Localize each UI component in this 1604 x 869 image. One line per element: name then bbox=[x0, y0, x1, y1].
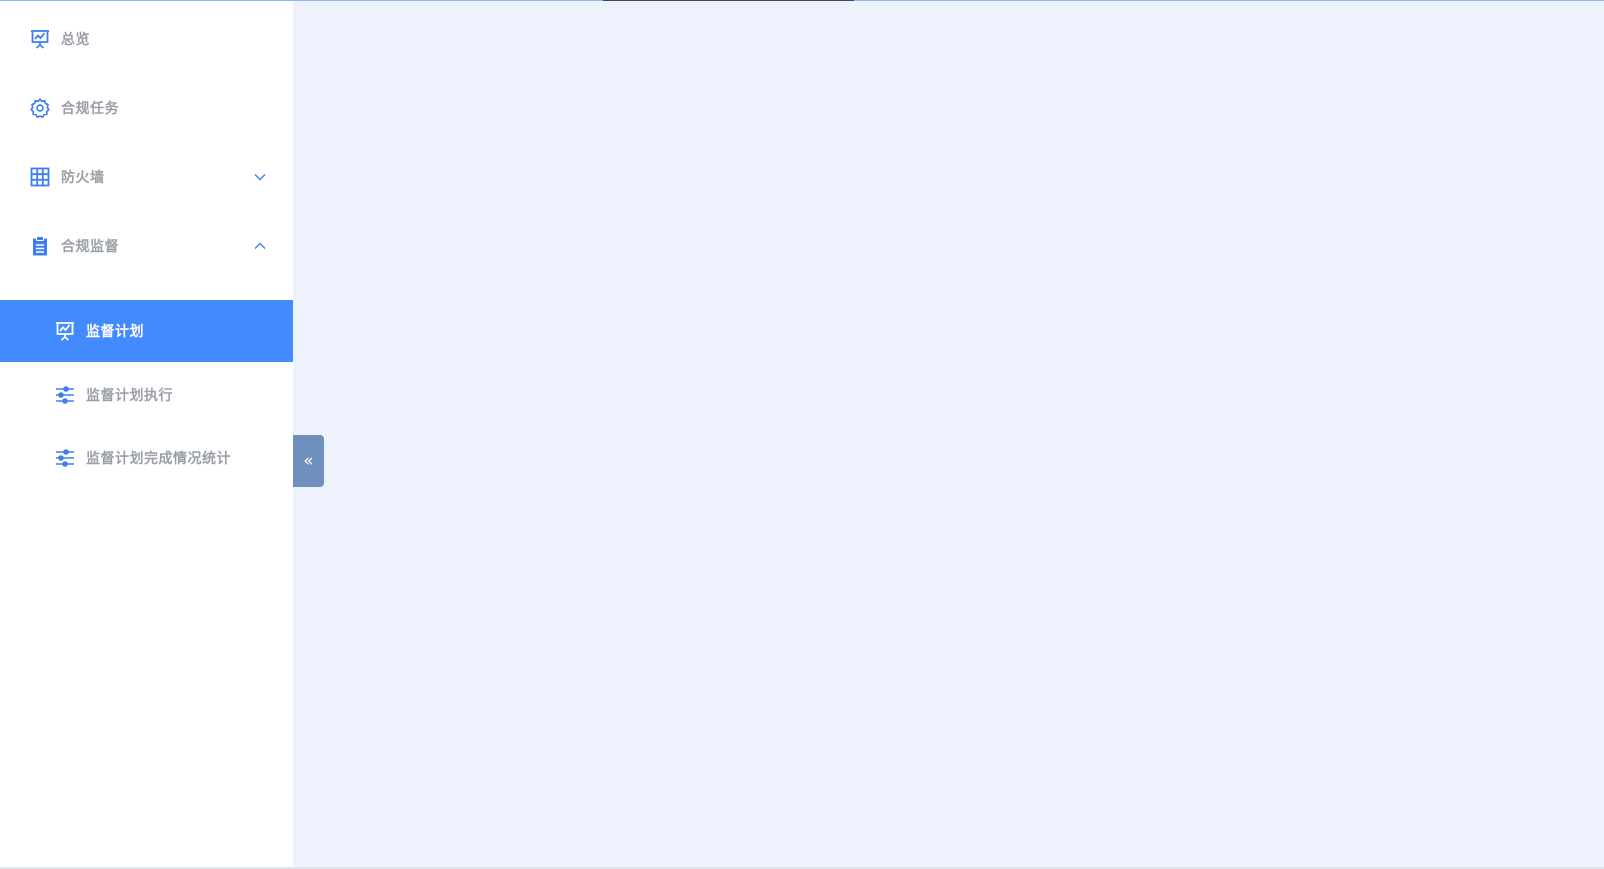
sidebar-item-firewall[interactable]: 防火墙 bbox=[0, 155, 293, 199]
sidebar-subitem-label: 监督计划执行 bbox=[86, 388, 173, 404]
presentation-chart-icon bbox=[29, 28, 51, 50]
presentation-chart-icon bbox=[53, 319, 77, 343]
sidebar-subitem-supervision-plan[interactable]: 监督计划 bbox=[0, 300, 293, 362]
clipboard-icon bbox=[29, 235, 51, 257]
main-content bbox=[293, 1, 1604, 867]
sidebar-subitem-supervision-plan-execution[interactable]: 监督计划执行 bbox=[0, 364, 293, 426]
double-chevron-left-icon: « bbox=[303, 450, 314, 471]
sidebar-item-label: 合规监督 bbox=[61, 239, 119, 255]
chevron-up-icon[interactable] bbox=[252, 238, 268, 254]
sidebar-subitem-label: 监督计划 bbox=[86, 324, 144, 340]
sidebar: 总览 合规任务 防火墙 合规监督 监督计划 监督计划执行 监督计划完成情况统计 bbox=[0, 1, 293, 867]
sidebar-item-label: 防火墙 bbox=[61, 170, 105, 186]
sidebar-subitem-label: 监督计划完成情况统计 bbox=[86, 451, 231, 467]
sidebar-item-label: 合规任务 bbox=[61, 101, 119, 117]
sidebar-item-overview[interactable]: 总览 bbox=[0, 17, 293, 61]
sidebar-item-compliance-supervision[interactable]: 合规监督 bbox=[0, 224, 293, 268]
gear-icon bbox=[29, 97, 51, 119]
chevron-down-icon[interactable] bbox=[252, 169, 268, 185]
sliders-icon bbox=[53, 383, 77, 407]
sidebar-item-compliance-task[interactable]: 合规任务 bbox=[0, 86, 293, 130]
sidebar-item-label: 总览 bbox=[61, 32, 90, 48]
sliders-icon bbox=[53, 446, 77, 470]
sidebar-collapse-button[interactable]: « bbox=[293, 435, 324, 487]
sidebar-subitem-supervision-plan-statistics[interactable]: 监督计划完成情况统计 bbox=[0, 427, 293, 489]
grid-table-icon bbox=[29, 166, 51, 188]
